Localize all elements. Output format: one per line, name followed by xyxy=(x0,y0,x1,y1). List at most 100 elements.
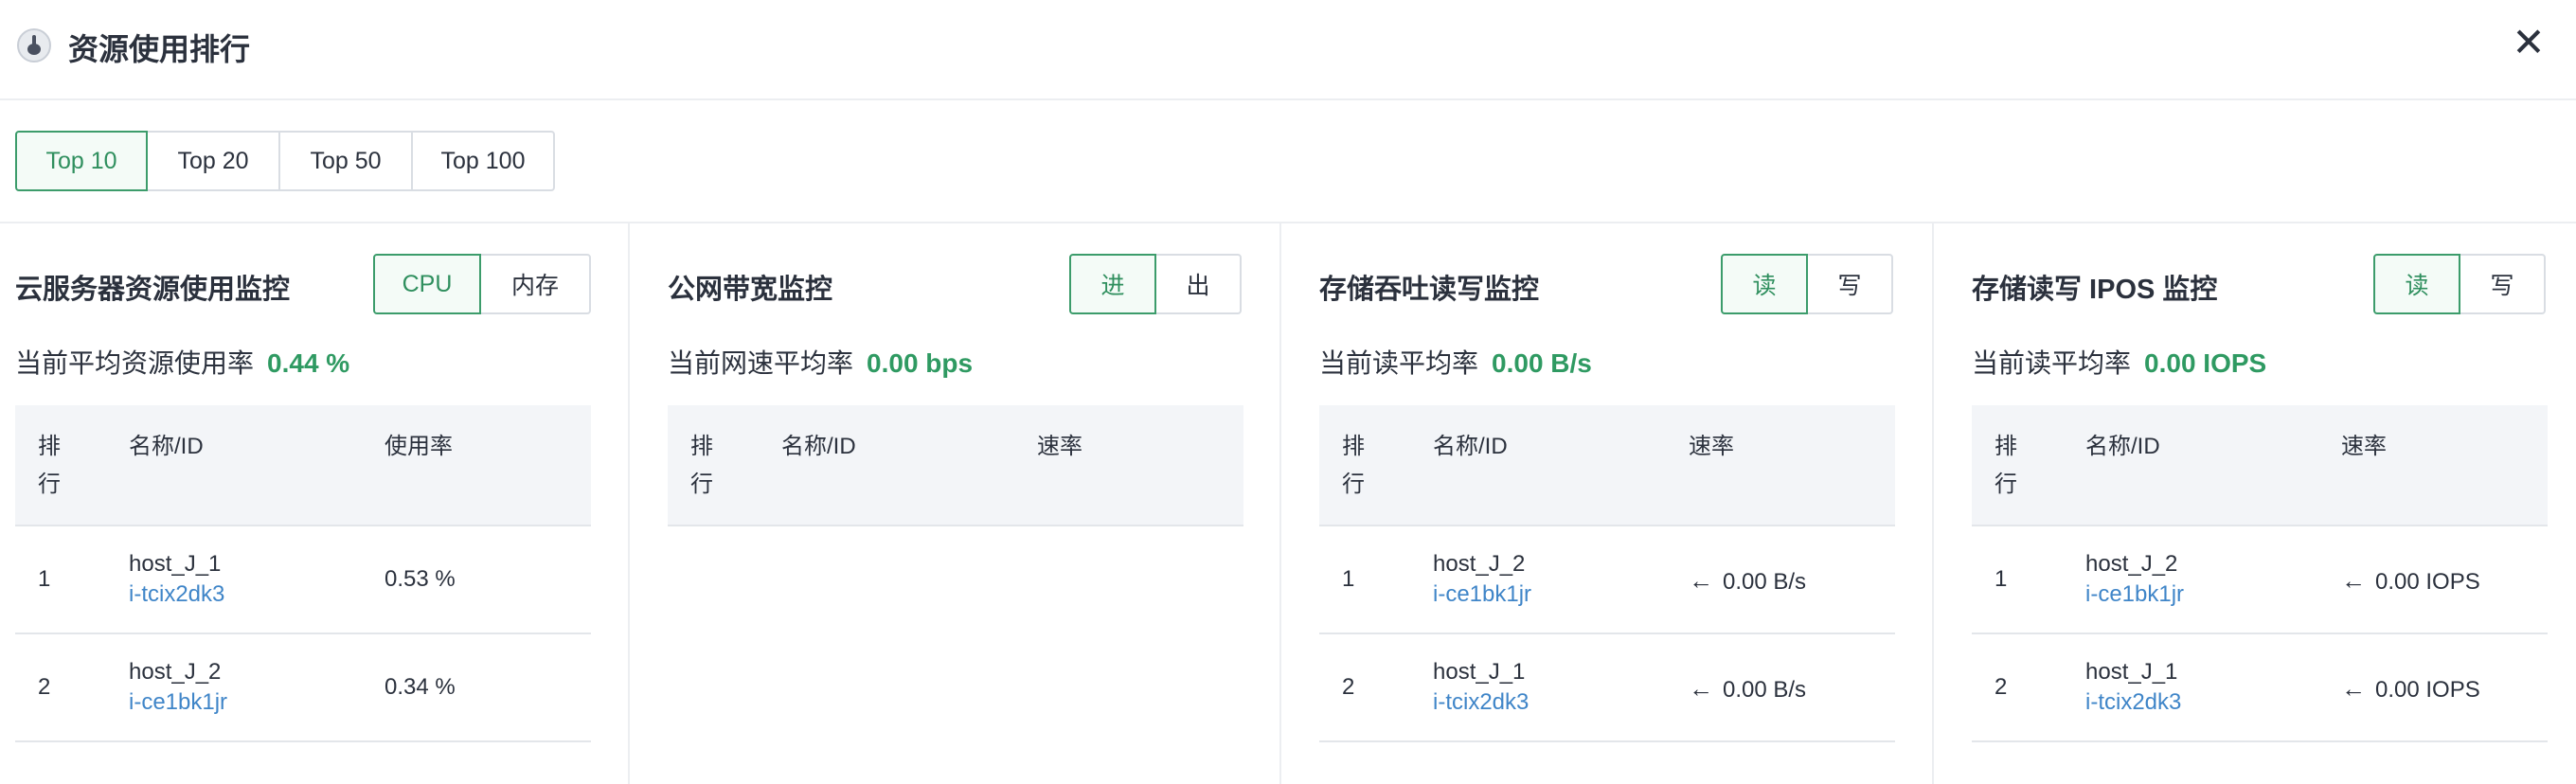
toggle-outbound[interactable]: 出 xyxy=(1154,254,1242,314)
row-name-cell: host_J_1 i-tcix2dk3 xyxy=(129,549,224,610)
usage-value: 0.34 % xyxy=(385,674,456,700)
instance-id-link[interactable]: i-ce1bk1jr xyxy=(1433,579,1531,610)
column-name: 名称/ID xyxy=(1433,434,1508,459)
rate-value-cell: ← 0.00 IOPS xyxy=(2341,566,2480,596)
host-name: host_J_2 xyxy=(2085,551,2178,577)
tab-top-100[interactable]: Top 100 xyxy=(411,131,555,191)
arrow-left-icon: ← xyxy=(1689,566,1713,595)
rate-value-cell: ← 0.00 IOPS xyxy=(2341,674,2480,704)
direction-toggle: 进 出 xyxy=(1069,254,1242,314)
panel-server-usage: 云服务器资源使用监控 CPU 内存 当前平均资源使用率 0.44 % 排行 名称/… xyxy=(15,223,591,784)
average-label: 当前平均资源使用率 xyxy=(15,348,255,378)
column-name: 名称/ID xyxy=(781,434,856,459)
table-row: 2 host_J_2 i-ce1bk1jr 0.34 % xyxy=(15,634,591,742)
row-name-cell: host_J_2 i-ce1bk1jr xyxy=(2085,549,2184,610)
panel-divider xyxy=(628,223,630,784)
host-name: host_J_1 xyxy=(2085,659,2178,685)
row-name-cell: host_J_1 i-tcix2dk3 xyxy=(1433,657,1529,718)
panel-divider xyxy=(1279,223,1281,784)
arrow-left-icon: ← xyxy=(2341,674,2366,703)
panel-title: 公网带宽监控 xyxy=(668,275,833,305)
dialog-header: 资源使用排行 ✕ xyxy=(0,0,2576,100)
average-label: 当前网速平均率 xyxy=(668,348,854,378)
row-rank: 1 xyxy=(1995,566,2008,592)
toggle-write[interactable]: 写 xyxy=(2459,254,2546,314)
tab-top-10[interactable]: Top 10 xyxy=(15,131,148,191)
column-rank: 排行 xyxy=(1342,434,1365,497)
column-value: 使用率 xyxy=(385,434,453,459)
column-rank: 排行 xyxy=(38,434,61,497)
instance-id-link[interactable]: i-tcix2dk3 xyxy=(129,579,224,610)
toggle-read[interactable]: 读 xyxy=(1721,254,1808,314)
host-name: host_J_2 xyxy=(129,659,222,685)
average-value: 0.44 % xyxy=(267,348,350,378)
average-usage: 当前平均资源使用率 0.44 % xyxy=(15,343,349,381)
metric-toggle: CPU 内存 xyxy=(373,254,591,314)
row-rank: 2 xyxy=(1342,674,1355,700)
average-label: 当前读平均率 xyxy=(1972,348,2132,378)
average-value: 0.00 IOPS xyxy=(2144,348,2267,378)
column-value: 速率 xyxy=(2341,434,2387,459)
ranking-table: 排行 名称/ID 速率 xyxy=(668,405,1243,526)
row-rank: 1 xyxy=(38,566,51,592)
row-rank: 2 xyxy=(1995,674,2008,700)
instance-id-link[interactable]: i-tcix2dk3 xyxy=(2085,687,2181,718)
table-header: 排行 名称/ID 速率 xyxy=(1972,405,2548,526)
host-name: host_J_2 xyxy=(1433,551,1526,577)
table-row: 2 host_J_1 i-tcix2dk3 ← 0.00 IOPS xyxy=(1972,634,2548,742)
toggle-cpu[interactable]: CPU xyxy=(373,254,481,314)
panel-title: 存储读写 IPOS 监控 xyxy=(1972,275,2218,305)
read-write-toggle: 读 写 xyxy=(1721,254,1893,314)
dialog-title: 资源使用排行 xyxy=(68,32,251,66)
average-value: 0.00 B/s xyxy=(1492,348,1592,378)
host-name: host_J_1 xyxy=(1433,659,1526,685)
instance-id-link[interactable]: i-ce1bk1jr xyxy=(2085,579,2184,610)
tab-top-50[interactable]: Top 50 xyxy=(278,131,413,191)
arrow-left-icon: ← xyxy=(2341,566,2366,595)
rate-value-cell: ← 0.00 B/s xyxy=(1689,566,1806,596)
toggle-read[interactable]: 读 xyxy=(2373,254,2460,314)
row-name-cell: host_J_1 i-tcix2dk3 xyxy=(2085,657,2181,718)
column-name: 名称/ID xyxy=(129,434,204,459)
average-usage: 当前网速平均率 0.00 bps xyxy=(668,343,973,381)
table-row: 1 host_J_1 i-tcix2dk3 0.53 % xyxy=(15,526,591,634)
table-row: 1 host_J_2 i-ce1bk1jr ← 0.00 B/s xyxy=(1319,526,1895,634)
row-name-cell: host_J_2 i-ce1bk1jr xyxy=(129,657,227,718)
resource-logo-icon xyxy=(17,28,51,62)
panel-bandwidth: 公网带宽监控 进 出 当前网速平均率 0.00 bps 排行 名称/ID 速率 xyxy=(668,223,1243,784)
tab-top-20[interactable]: Top 20 xyxy=(146,131,280,191)
table-row: 1 host_J_2 i-ce1bk1jr ← 0.00 IOPS xyxy=(1972,526,2548,634)
rate-value: 0.00 IOPS xyxy=(2375,569,2480,595)
instance-id-link[interactable]: i-ce1bk1jr xyxy=(129,687,227,718)
panel-divider xyxy=(1932,223,1934,784)
row-rank: 1 xyxy=(1342,566,1355,592)
arrow-left-icon: ← xyxy=(1689,674,1713,703)
toggle-write[interactable]: 写 xyxy=(1806,254,1893,314)
average-label: 当前读平均率 xyxy=(1319,348,1479,378)
column-value: 速率 xyxy=(1689,434,1734,459)
column-value: 速率 xyxy=(1037,434,1082,459)
average-value: 0.00 bps xyxy=(867,348,974,378)
close-icon[interactable]: ✕ xyxy=(2512,23,2546,62)
table-header: 排行 名称/ID 速率 xyxy=(1319,405,1895,526)
usage-value: 0.53 % xyxy=(385,566,456,592)
row-name-cell: host_J_2 i-ce1bk1jr xyxy=(1433,549,1531,610)
top-n-tabs: Top 10 Top 20 Top 50 Top 100 xyxy=(15,131,555,191)
host-name: host_J_1 xyxy=(129,551,222,577)
panel-storage-throughput: 存储吞吐读写监控 读 写 当前读平均率 0.00 B/s 排行 名称/ID 速率 … xyxy=(1319,223,1895,784)
toggle-inbound[interactable]: 进 xyxy=(1069,254,1156,314)
instance-id-link[interactable]: i-tcix2dk3 xyxy=(1433,687,1529,718)
column-name: 名称/ID xyxy=(2085,434,2160,459)
rate-value: 0.00 IOPS xyxy=(2375,677,2480,703)
average-usage: 当前读平均率 0.00 B/s xyxy=(1319,343,1592,381)
table-row: 2 host_J_1 i-tcix2dk3 ← 0.00 B/s xyxy=(1319,634,1895,742)
row-rank: 2 xyxy=(38,674,51,700)
panel-title: 云服务器资源使用监控 xyxy=(15,275,291,305)
ranking-table: 排行 名称/ID 使用率 1 host_J_1 i-tcix2dk3 0.53 … xyxy=(15,405,591,742)
read-write-toggle: 读 写 xyxy=(2373,254,2546,314)
table-header: 排行 名称/ID 使用率 xyxy=(15,405,591,526)
panel-title: 存储吞吐读写监控 xyxy=(1319,275,1540,305)
rate-value: 0.00 B/s xyxy=(1723,569,1807,595)
toggle-memory[interactable]: 内存 xyxy=(479,254,591,314)
column-rank: 排行 xyxy=(1995,434,2017,497)
